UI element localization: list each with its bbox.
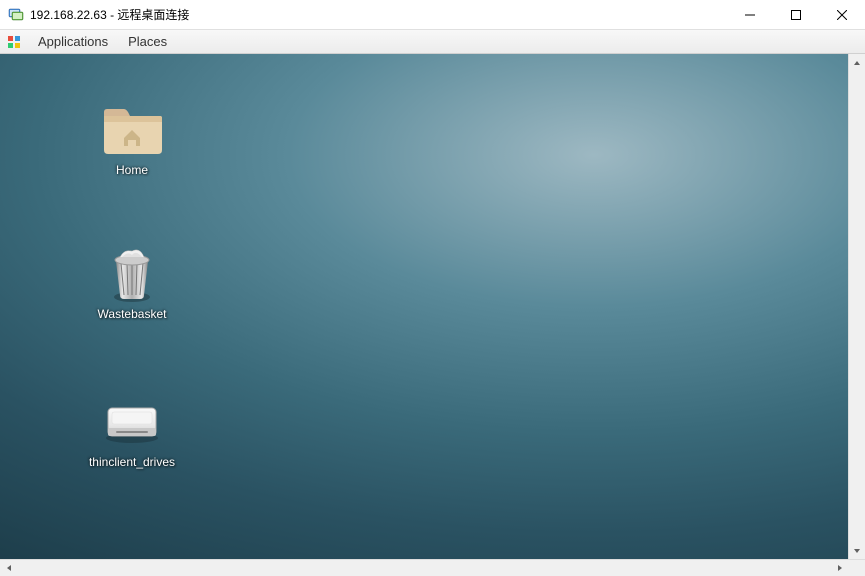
scrollbar-corner — [848, 560, 865, 576]
menu-logo-icon — [6, 33, 24, 51]
drive-icon — [100, 394, 164, 450]
desktop[interactable]: Home — [0, 54, 848, 559]
desktop-icon-label: Wastebasket — [95, 306, 170, 322]
folder-home-icon — [100, 102, 164, 158]
menu-places[interactable]: Places — [118, 31, 177, 52]
menu-applications[interactable]: Applications — [28, 31, 118, 52]
scroll-up-icon[interactable] — [849, 54, 865, 71]
desktop-icon-thinclient-drives[interactable]: thinclient_drives — [72, 394, 192, 470]
rdp-app-icon — [8, 7, 24, 23]
scroll-right-icon[interactable] — [831, 560, 848, 576]
desktop-icon-label: Home — [113, 162, 151, 178]
maximize-button[interactable] — [773, 0, 819, 29]
minimize-button[interactable] — [727, 0, 773, 29]
scroll-down-icon[interactable] — [849, 542, 865, 559]
close-button[interactable] — [819, 0, 865, 29]
horizontal-scrollbar[interactable] — [0, 559, 865, 576]
vertical-scrollbar[interactable] — [848, 54, 865, 559]
menu-bar: Applications Places — [0, 30, 865, 54]
desktop-icon-home[interactable]: Home — [72, 102, 192, 178]
desktop-wrapper: Home — [0, 54, 865, 576]
desktop-icon-label: thinclient_drives — [86, 454, 178, 470]
scroll-left-icon[interactable] — [0, 560, 17, 576]
window-controls — [727, 0, 865, 29]
window-titlebar: 192.168.22.63 - 远程桌面连接 — [0, 0, 865, 30]
wastebasket-icon — [100, 246, 164, 302]
desktop-icon-wastebasket[interactable]: Wastebasket — [72, 246, 192, 322]
window-title: 192.168.22.63 - 远程桌面连接 — [30, 6, 727, 23]
